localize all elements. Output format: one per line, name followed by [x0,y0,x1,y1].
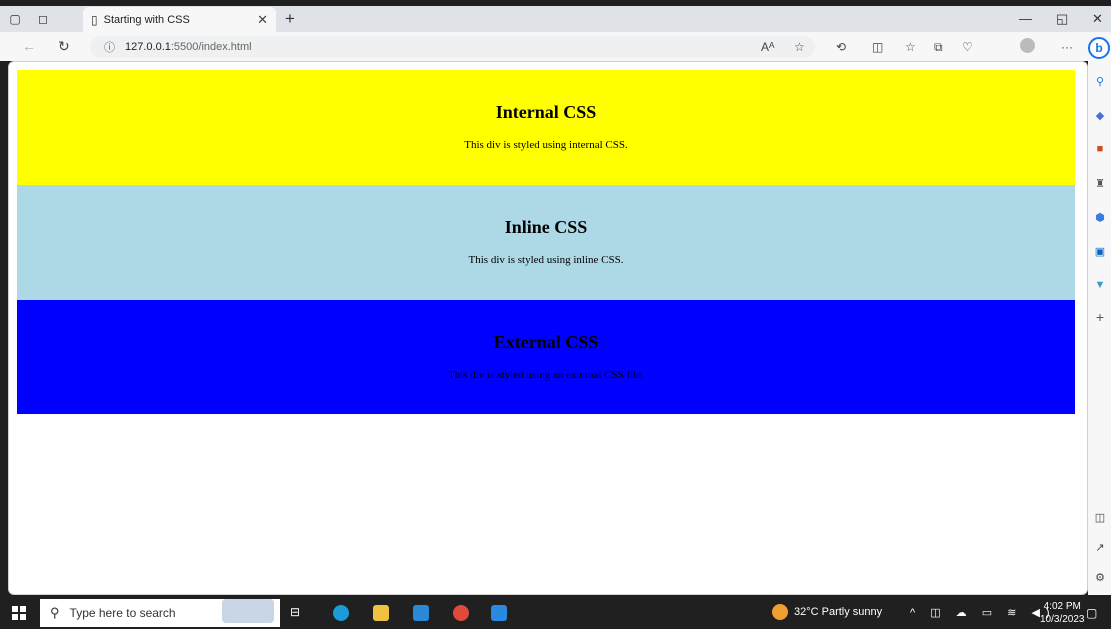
external-link-icon[interactable]: ↗ [1092,539,1108,555]
edge-sidebar: ⚲ ◆ ■ ♜ ⬢ ▣ ▼ + ◫ ↗ ⚙ [1088,61,1111,595]
site-info-icon[interactable]: ⓘ [104,39,115,55]
bing-copilot-icon[interactable]: b [1088,37,1110,59]
search-placeholder: Type here to search [69,606,176,620]
clock[interactable]: 4:02 PM 10/3/2023 [1040,600,1085,626]
inline-css-block: Inline CSS This div is styled using inli… [17,185,1075,300]
collections-icon[interactable]: ⧉ [934,40,943,55]
internal-css-block: Internal CSS This div is styled using in… [17,70,1075,185]
system-tray-icons[interactable]: ^ ◫ ☁ ▭ ≋ ◀) [910,606,1056,619]
tab-bar: ▢ ◻ ▯ Starting with CSS ✕ + — ◱ ✕ [0,6,1111,32]
page-icon: ▯ [91,12,98,27]
drop-icon[interactable]: ▼ [1092,277,1108,293]
weather-text: 32°C Partly sunny [794,606,883,618]
vscode-icon[interactable] [491,605,507,621]
url-path: :5500/index.html [170,41,252,53]
tab-active[interactable]: ▯ Starting with CSS ✕ [83,7,276,32]
block-heading: Internal CSS [495,102,597,122]
minimize-icon[interactable]: — [1019,11,1032,26]
more-menu-icon[interactable]: ··· [1061,40,1073,54]
tab-title: Starting with CSS [103,13,190,26]
page-viewport: Internal CSS This div is styled using in… [8,61,1088,595]
hide-sidebar-icon[interactable]: ◫ [1092,509,1108,525]
favorites-icon[interactable]: ☆ [905,40,916,54]
weather-icon [772,604,788,620]
url-host: 127.0.0.1 [125,41,171,53]
windows-taskbar: ⚲ Type here to search ⊟ 32°C Partly sunn… [0,597,1111,629]
performance-icon[interactable]: ♡ [962,40,973,54]
read-aloud-icon[interactable]: Aᴬ [761,40,774,54]
screen: ▢ ◻ ▯ Starting with CSS ✕ + — ◱ ✕ ← ↻ ⓘ … [0,0,1111,629]
chrome-icon[interactable] [453,605,469,621]
settings-gear-icon[interactable]: ⚙ [1092,569,1108,585]
search-highlight-image [222,599,274,623]
workspaces-icon[interactable]: ▢ [6,10,24,28]
shopping-tag-icon[interactable]: ◆ [1092,107,1108,123]
search-icon[interactable]: ⚲ [1092,73,1108,89]
close-tab-icon[interactable]: ✕ [257,12,268,28]
block-text: This div is styled using internal CSS. [464,139,628,151]
restore-icon[interactable]: ◱ [1056,11,1068,27]
weather-widget[interactable]: 32°C Partly sunny [772,604,882,620]
extensions-icon[interactable]: ⟲ [836,40,846,54]
block-heading: External CSS [493,332,599,352]
tools-briefcase-icon[interactable]: ■ [1092,141,1108,157]
add-sidebar-app-icon[interactable]: + [1092,309,1108,325]
close-window-icon[interactable]: ✕ [1092,11,1103,27]
tab-actions-icon[interactable]: ◻ [34,10,52,28]
block-heading: Inline CSS [504,217,588,237]
address-toolbar: ← ↻ ⓘ 127.0.0.1 :5500/index.html Aᴬ ☆ ⟲ … [0,32,1111,61]
games-icon[interactable]: ♜ [1092,175,1108,191]
clock-time: 4:02 PM [1043,601,1081,612]
notifications-icon[interactable]: ▢ [1086,606,1097,620]
profile-avatar-icon[interactable] [1020,38,1035,53]
refresh-icon[interactable]: ↻ [58,38,70,55]
block-text: This div is styled using inline CSS. [468,254,624,266]
windows-start-icon[interactable] [12,606,26,620]
split-screen-icon[interactable]: ◫ [872,40,883,54]
edge-browser-icon[interactable] [333,605,349,621]
new-tab-icon[interactable]: + [285,9,295,29]
mail-icon[interactable] [413,605,429,621]
file-explorer-icon[interactable] [373,605,389,621]
favorite-star-icon[interactable]: ☆ [794,40,805,54]
microsoft-365-icon[interactable]: ⬢ [1092,209,1108,225]
clock-date: 10/3/2023 [1040,614,1085,625]
address-bar[interactable]: ⓘ 127.0.0.1 :5500/index.html [90,36,815,58]
block-text: This div is styled using an external CSS… [448,369,644,381]
back-icon[interactable]: ← [22,38,36,54]
outlook-icon[interactable]: ▣ [1092,243,1108,259]
search-icon: ⚲ [50,605,60,620]
task-view-icon[interactable]: ⊟ [290,605,306,621]
external-css-block: External CSS This div is styled using an… [17,300,1075,414]
